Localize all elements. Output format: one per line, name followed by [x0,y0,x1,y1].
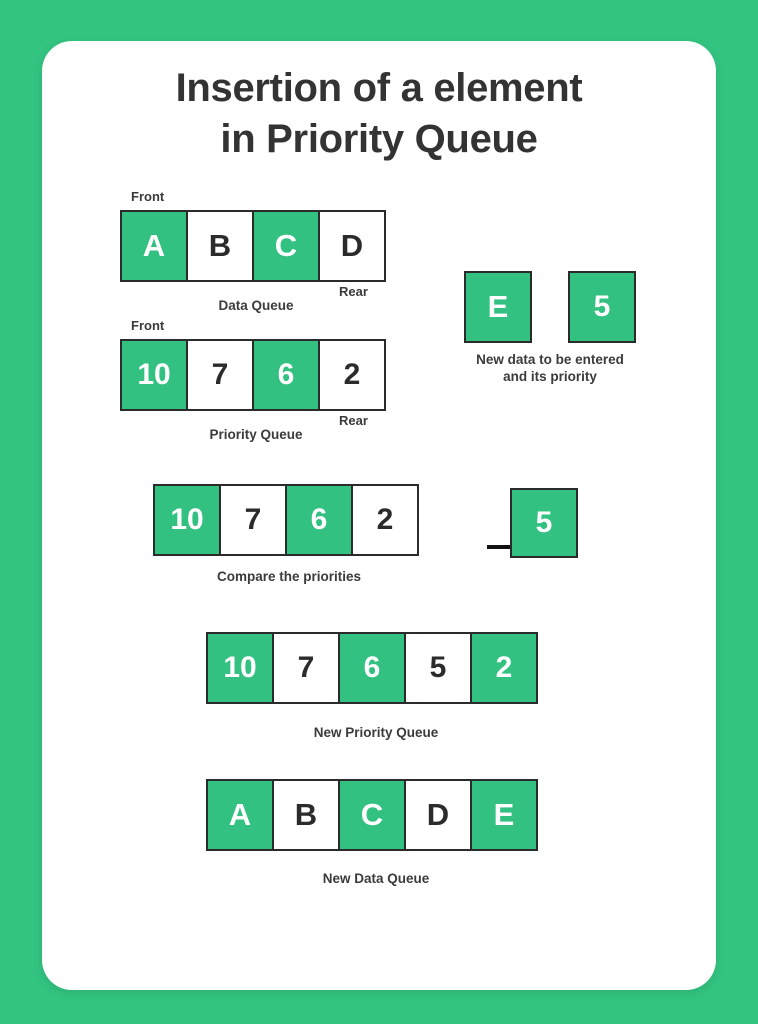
new-priority-queue-row: 10 7 6 5 2 [206,632,538,704]
page-title-line-1: Insertion of a element [175,66,583,110]
new-priority-queue-caption: New Priority Queue [313,725,439,740]
new-data-queue-cell-2: C [338,779,406,851]
data-queue-front-label: Front [131,189,165,204]
data-queue-cell-1: B [186,210,254,282]
data-queue-caption: Data Queue [218,298,294,313]
priority-queue-caption: Priority Queue [209,427,303,442]
new-priority-queue-cell-2: 6 [338,632,406,704]
data-queue-cell-3: D [318,210,386,282]
page-title-line-2: in Priority Queue [220,117,538,161]
new-priority-queue-cell-4: 2 [470,632,538,704]
compare-cell-0: 10 [153,484,221,556]
data-queue-row: A B C D [120,210,386,282]
page-title: Insertion of a element in Priority Queue [42,63,716,165]
priority-queue-cell-2: 6 [252,339,320,411]
new-data-queue-caption: New Data Queue [322,871,430,886]
compare-cell-1: 7 [219,484,287,556]
compare-incoming-priority-box: 5 [510,488,578,558]
compare-cell-2: 6 [285,484,353,556]
compare-cell-3: 2 [351,484,419,556]
priority-queue-row: 10 7 6 2 [120,339,386,411]
compare-caption: Compare the priorities [216,569,362,584]
compare-queue-row: 10 7 6 2 [153,484,419,556]
new-data-queue-cell-4: E [470,779,538,851]
data-queue-cell-0: A [120,210,188,282]
infographic-card: Insertion of a element in Priority Queue… [42,41,716,990]
priority-queue-front-label: Front [131,318,165,333]
new-data-queue-row: A B C D E [206,779,538,851]
new-priority-box: 5 [568,271,636,343]
new-data-queue-cell-1: B [272,779,340,851]
new-data-caption-line-2: and its priority [503,369,597,384]
priority-queue-cell-0: 10 [120,339,188,411]
new-priority-queue-cell-1: 7 [272,632,340,704]
new-data-queue-cell-3: D [404,779,472,851]
priority-queue-cell-1: 7 [186,339,254,411]
new-data-caption-line-1: New data to be entered [476,352,624,367]
priority-queue-cell-3: 2 [318,339,386,411]
page-background: Insertion of a element in Priority Queue… [0,0,758,1024]
data-queue-cell-2: C [252,210,320,282]
new-priority-queue-cell-0: 10 [206,632,274,704]
new-data-box: E [464,271,532,343]
new-priority-queue-cell-3: 5 [404,632,472,704]
new-data-queue-cell-0: A [206,779,274,851]
